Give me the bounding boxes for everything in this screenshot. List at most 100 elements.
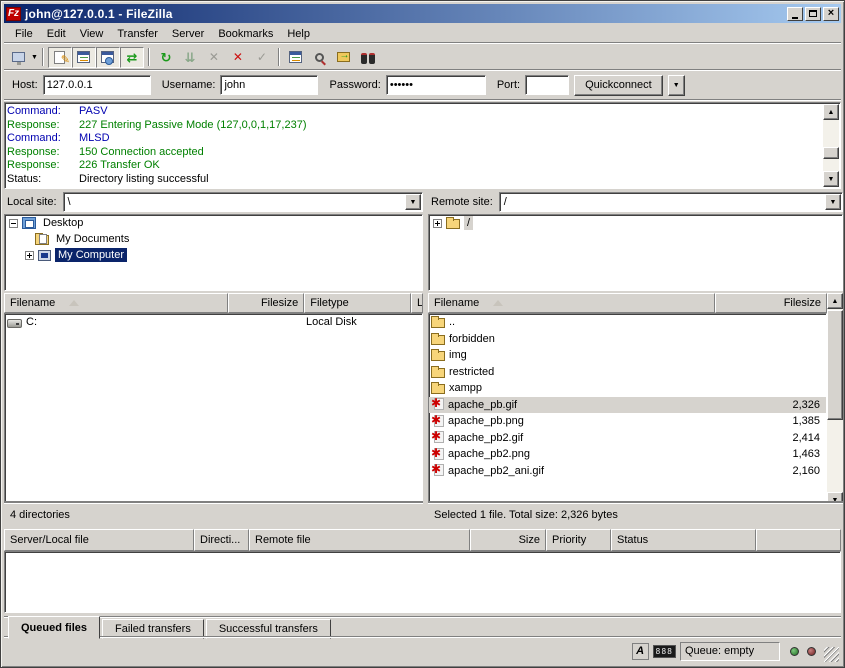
activity-led-red-icon	[807, 647, 816, 656]
toggle-remote-tree-button[interactable]	[96, 47, 120, 68]
disconnect-button[interactable]: ✕	[226, 47, 250, 68]
disconnect-icon: ✕	[230, 50, 246, 65]
file-row[interactable]: xampp	[429, 380, 826, 397]
site-manager-dropdown[interactable]: ▼	[31, 54, 38, 61]
scroll-thumb[interactable]	[823, 147, 839, 159]
tab-successful-transfers[interactable]: Successful transfers	[206, 619, 331, 639]
close-icon: ×	[828, 8, 834, 19]
close-button[interactable]: ×	[823, 7, 839, 21]
tree-item-root[interactable]: /	[429, 215, 842, 231]
scroll-up-icon[interactable]: ▲	[823, 104, 839, 120]
log-scrollbar[interactable]: ▲ ▼	[823, 104, 839, 187]
site-manager-button[interactable]	[6, 47, 30, 68]
expand-icon[interactable]	[25, 251, 34, 260]
column-header-spacer	[756, 529, 841, 551]
remote-vertical-scrollbar[interactable]: ▲ ▼	[827, 293, 843, 508]
column-header-direction[interactable]: Directi...	[194, 529, 249, 551]
column-header-priority[interactable]: Priority	[546, 529, 611, 551]
minimize-button[interactable]	[787, 7, 803, 21]
tree-item-my-documents[interactable]: My Documents	[5, 231, 422, 247]
file-row[interactable]: apache_pb2.png1,463	[429, 446, 826, 463]
find-files-button[interactable]	[308, 47, 332, 68]
collapse-icon[interactable]	[9, 219, 18, 228]
sort-ascending-icon	[493, 300, 503, 306]
folder-icon	[431, 384, 445, 394]
remote-tree[interactable]: /	[428, 214, 843, 291]
window-title: john@127.0.0.1 - FileZilla	[25, 7, 173, 21]
tree-item-my-computer[interactable]: My Computer	[5, 247, 422, 263]
remote-file-list[interactable]: .. forbidden img restricted xampp apache…	[428, 313, 827, 508]
file-row[interactable]: img	[429, 347, 826, 364]
expand-icon[interactable]	[433, 219, 442, 228]
quickconnect-dropdown[interactable]: ▼	[668, 75, 685, 96]
directory-comparison-button[interactable]	[284, 47, 308, 68]
quickconnect-button[interactable]: Quickconnect	[574, 75, 663, 96]
tab-queued-files[interactable]: Queued files	[8, 616, 100, 639]
local-site-path: \	[68, 196, 71, 208]
menu-help[interactable]: Help	[280, 26, 317, 42]
file-row[interactable]: apache_pb.png1,385	[429, 413, 826, 430]
username-input[interactable]	[220, 75, 318, 95]
toolbar: ▼ ✎ ⇄ ↻ ⇊ ✕ ✕ ✓	[4, 45, 841, 70]
menu-bookmarks[interactable]: Bookmarks	[211, 26, 280, 42]
toggle-message-log-button[interactable]: ✎	[48, 47, 72, 68]
local-site-combobox[interactable]: \ ▼	[63, 192, 423, 212]
local-tree-icon	[76, 50, 92, 65]
file-row[interactable]: restricted	[429, 364, 826, 381]
column-header-filetype[interactable]: Filetype	[304, 293, 411, 313]
scroll-thumb[interactable]	[827, 310, 843, 420]
file-row[interactable]: apache_pb2.gif2,414	[429, 430, 826, 447]
menu-server[interactable]: Server	[165, 26, 211, 42]
titlebar[interactable]: Fz john@127.0.0.1 - FileZilla ×	[4, 4, 841, 23]
tab-failed-transfers[interactable]: Failed transfers	[102, 619, 204, 639]
column-header-filesize[interactable]: Filesize	[715, 293, 827, 313]
toggle-local-tree-button[interactable]	[72, 47, 96, 68]
column-header-server-local-file[interactable]: Server/Local file	[4, 529, 194, 551]
chevron-down-icon[interactable]: ▼	[825, 194, 841, 210]
scroll-up-icon[interactable]: ▲	[827, 293, 843, 309]
file-row[interactable]: apache_pb2_ani.gif2,160	[429, 463, 826, 480]
synchronized-browsing-button[interactable]	[332, 47, 356, 68]
menu-file[interactable]: File	[8, 26, 40, 42]
file-row[interactable]: ..	[429, 314, 826, 331]
process-queue-button[interactable]: ⇊	[178, 47, 202, 68]
port-input[interactable]	[525, 75, 569, 95]
menu-edit[interactable]: Edit	[40, 26, 73, 42]
column-header-remote-file[interactable]: Remote file	[249, 529, 470, 551]
remote-site-combobox[interactable]: / ▼	[499, 192, 843, 212]
file-row-selected[interactable]: apache_pb.gif2,326	[429, 397, 826, 414]
column-header-status[interactable]: Status	[611, 529, 756, 551]
column-header-filesize[interactable]: Filesize	[228, 293, 304, 313]
log-line: Response:150 Connection accepted	[7, 146, 822, 160]
speed-limits-icon[interactable]: 888	[653, 645, 676, 658]
file-row[interactable]: forbidden	[429, 331, 826, 348]
cancel-operation-button[interactable]: ✕	[202, 47, 226, 68]
password-input[interactable]	[386, 75, 486, 95]
file-search-button[interactable]	[356, 47, 380, 68]
cancel-icon: ✕	[206, 50, 222, 65]
maximize-button[interactable]	[805, 7, 821, 21]
column-header-last-modified[interactable]: L	[411, 293, 423, 313]
local-tree[interactable]: Desktop My Documents My Computer	[4, 214, 423, 291]
local-file-list[interactable]: C: Local Disk	[4, 313, 423, 508]
chevron-down-icon[interactable]: ▼	[405, 194, 421, 210]
resize-grip[interactable]	[824, 647, 839, 662]
tree-item-desktop[interactable]: Desktop	[5, 215, 422, 231]
refresh-button[interactable]: ↻	[154, 47, 178, 68]
transfer-type-icon[interactable]: A	[632, 643, 649, 660]
queue-list[interactable]	[4, 551, 841, 613]
folder-icon	[431, 351, 445, 361]
file-row-c-drive[interactable]: C: Local Disk	[5, 314, 422, 331]
reconnect-button[interactable]: ✓	[250, 47, 274, 68]
message-log[interactable]: Command:PASV Response:227 Entering Passi…	[4, 102, 841, 189]
column-header-filename[interactable]: Filename	[4, 293, 228, 313]
toggle-queue-button[interactable]: ⇄	[120, 47, 144, 68]
menu-view[interactable]: View	[73, 26, 111, 42]
menu-transfer[interactable]: Transfer	[110, 26, 165, 42]
image-file-icon	[431, 448, 444, 461]
column-header-filename[interactable]: Filename	[428, 293, 715, 313]
desktop-icon	[22, 217, 36, 229]
column-header-size[interactable]: Size	[470, 529, 546, 551]
scroll-down-icon[interactable]: ▼	[823, 171, 839, 187]
host-input[interactable]	[43, 75, 151, 95]
